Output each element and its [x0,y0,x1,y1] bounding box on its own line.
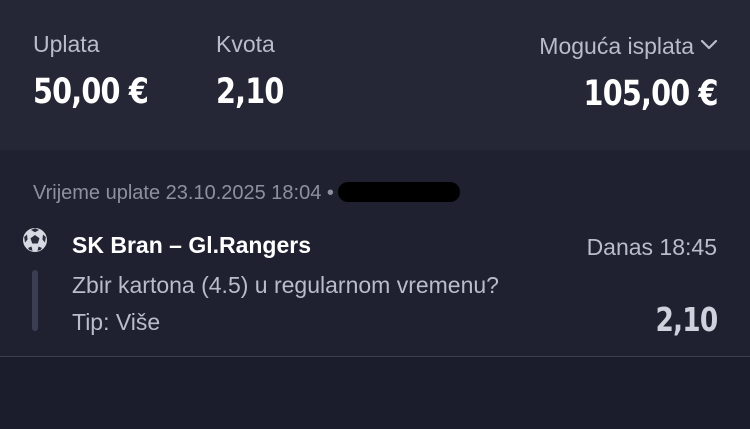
stake-block: Uplata 50,00 € [33,30,173,112]
payout-label: Moguća isplata [539,33,694,59]
stake-label: Uplata [33,31,100,57]
bet-summary: Uplata 50,00 € Kvota 2,10 Moguća isplata… [0,0,750,150]
selection-tip: Tip: Više [72,309,161,335]
odds-value: 2,10 [216,72,284,112]
payout-toggle[interactable]: Moguća isplata [539,30,718,60]
redacted-ticket-id [337,182,460,202]
stake-value: 50,00 € [33,72,149,112]
chevron-down-icon[interactable] [700,30,718,50]
payout-block[interactable]: Moguća isplata 105,00 € [539,30,719,114]
payment-time: Vrijeme uplate 23.10.2025 18:04 • [33,182,334,204]
match-title[interactable]: SK Bran – Gl.Rangers [72,232,311,259]
odds-block: Kvota 2,10 [216,30,298,112]
selection-odds: 2,10 [655,300,718,339]
selection-divider [32,270,38,331]
payout-value: 105,00 € [583,74,719,114]
payment-time-row: Vrijeme uplate 23.10.2025 18:04 • [33,182,460,205]
market-name: Zbir kartona (4.5) u regularnom vremenu? [72,272,499,298]
ticket-details: Vrijeme uplate 23.10.2025 18:04 • SK Bra… [0,150,750,357]
match-time: Danas 18:45 [586,234,717,260]
odds-label: Kvota [216,31,275,57]
soccer-ball-icon [22,227,48,253]
